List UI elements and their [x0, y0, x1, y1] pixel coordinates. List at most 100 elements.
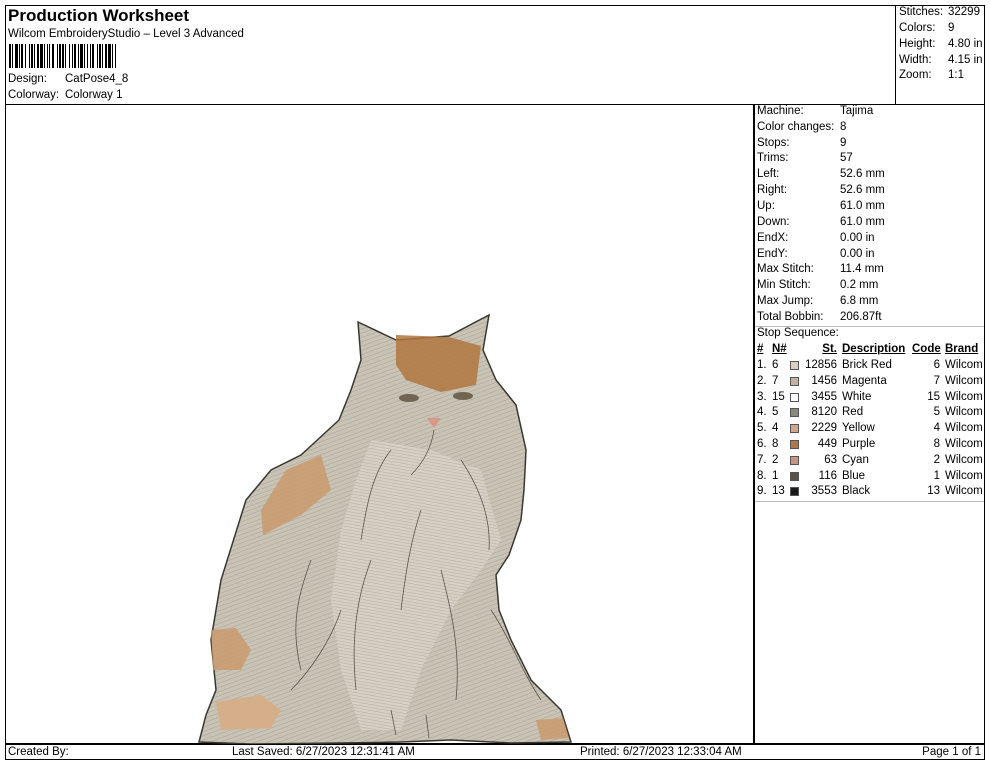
total-bobbin-label: Total Bobbin: [757, 311, 824, 323]
zoom-label: Zoom: [899, 69, 932, 81]
color-swatch [790, 424, 799, 434]
right-value: 52.6 mm [840, 184, 885, 196]
row-stitches: 2229 [811, 422, 837, 435]
row-needle: 13 [772, 485, 785, 498]
printed-date: Printed: 6/27/2023 12:33:04 AM [580, 746, 742, 758]
row-needle: 2 [772, 453, 779, 466]
endx-label: EndX: [757, 232, 789, 244]
min-stitch-value: 0.2 mm [840, 279, 879, 291]
down-label: Down: [757, 216, 790, 228]
color-swatch [790, 455, 799, 465]
stitches-value: 32299 [948, 6, 980, 18]
row-number: 6. [757, 438, 767, 450]
up-label: Up: [757, 200, 775, 212]
color-swatch [790, 361, 799, 370]
created-by: Created By: [8, 746, 69, 758]
row-code: 4 [933, 422, 940, 435]
row-code: 15 [927, 390, 940, 403]
max-jump-value: 6.8 mm [840, 295, 879, 307]
min-stitch-label: Min Stitch: [757, 279, 811, 291]
color-swatch [790, 487, 799, 497]
col-header-num: # [757, 343, 764, 355]
col-header-needle: N# [772, 343, 787, 355]
row-code: 5 [933, 406, 940, 419]
row-brand: Wilcom [945, 374, 983, 387]
zoom-value: 1:1 [948, 69, 964, 81]
machine-value: Tajima [840, 105, 874, 117]
row-brand: Wilcom [945, 359, 983, 371]
width-value: 4.15 in [948, 54, 983, 66]
row-description: Red [842, 406, 864, 419]
color-swatch [790, 440, 799, 449]
row-needle: 15 [772, 390, 785, 403]
row-needle: 7 [772, 374, 779, 387]
row-needle: 5 [772, 406, 779, 419]
design-preview-area [5, 105, 754, 745]
row-number: 2. [757, 374, 767, 387]
barcode [9, 44, 245, 68]
row-description: White [842, 390, 872, 403]
row-code: 1 [933, 469, 940, 482]
col-header-brand: Brand [945, 343, 979, 355]
software-name: Wilcom EmbroideryStudio – Level 3 Advanc… [8, 28, 244, 40]
colorway-label: Colorway: [8, 89, 60, 101]
color-swatch [790, 392, 799, 402]
row-number: 7. [757, 453, 767, 466]
row-number: 9. [757, 485, 767, 498]
row-description: Black [842, 485, 871, 498]
row-stitches: 116 [818, 469, 837, 482]
down-value: 61.0 mm [840, 216, 885, 228]
barcode-bar [116, 44, 118, 68]
row-brand: Wilcom [945, 469, 983, 482]
row-brand: Wilcom [945, 406, 983, 419]
trims-value: 57 [840, 152, 853, 164]
row-number: 1. [757, 359, 767, 371]
row-brand: Wilcom [945, 438, 983, 450]
info-panel: Machine: Tajima Color changes: 8 Stops: … [754, 105, 985, 744]
row-code: 6 [933, 359, 940, 371]
stats-box: Stitches: 32299 Colors: 9 Height: 4.80 i… [895, 5, 985, 105]
left-value: 52.6 mm [840, 168, 885, 180]
row-stitches: 63 [824, 453, 837, 466]
stop-sequence-title: Stop Sequence: [757, 327, 839, 339]
row-stitches: 12856 [805, 359, 837, 371]
row-code: 8 [933, 438, 940, 450]
row-description: Yellow [842, 422, 875, 435]
stitches-label: Stitches: [899, 6, 944, 18]
col-header-description: Description [842, 343, 906, 355]
total-bobbin-value: 206.87ft [840, 311, 882, 323]
color-changes-value: 8 [840, 121, 847, 133]
row-description: Magenta [842, 374, 887, 387]
color-changes-label: Color changes: [757, 121, 835, 133]
row-brand: Wilcom [945, 453, 983, 466]
colorway-name: Colorway 1 [65, 89, 123, 101]
design-name: CatPose4_8 [65, 73, 129, 85]
width-label: Width: [899, 54, 932, 66]
stops-value: 9 [840, 137, 847, 149]
row-stitches: 8120 [811, 406, 837, 419]
trims-label: Trims: [757, 152, 789, 164]
color-swatch [790, 471, 799, 481]
colors-value: 9 [948, 22, 955, 34]
row-stitches: 3553 [811, 485, 837, 498]
machine-label: Machine: [757, 105, 804, 117]
row-number: 3. [757, 390, 767, 403]
row-description: Cyan [842, 453, 869, 466]
max-stitch-label: Max Stitch: [757, 263, 814, 275]
col-header-stitches: St. [822, 343, 837, 355]
stops-label: Stops: [757, 137, 790, 149]
row-number: 4. [757, 406, 767, 419]
height-value: 4.80 in [948, 38, 983, 50]
left-label: Left: [757, 168, 780, 180]
row-needle: 6 [772, 359, 779, 371]
row-brand: Wilcom [945, 485, 983, 498]
row-brand: Wilcom [945, 422, 983, 435]
worksheet-footer: Created By: Last Saved: 6/27/2023 12:31:… [5, 744, 985, 760]
colors-label: Colors: [899, 22, 936, 34]
row-needle: 4 [772, 422, 779, 435]
row-code: 13 [927, 485, 940, 498]
height-label: Height: [899, 38, 936, 50]
up-value: 61.0 mm [840, 200, 885, 212]
divider [755, 501, 984, 502]
endy-value: 0.00 in [840, 248, 875, 260]
